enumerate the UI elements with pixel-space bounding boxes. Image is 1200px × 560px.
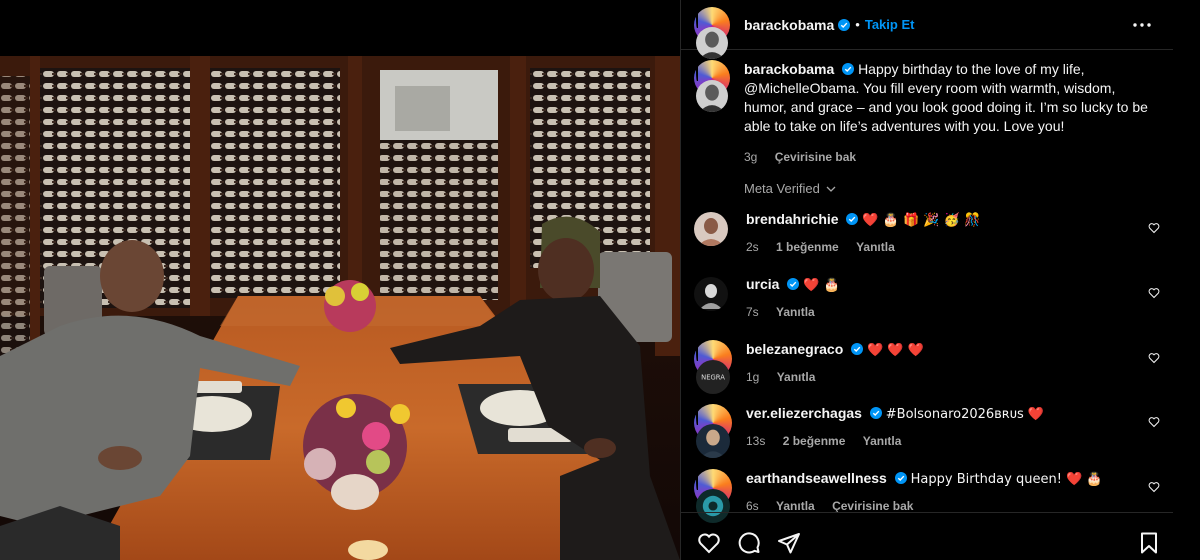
comment-likes[interactable]: 2 beğenme	[783, 434, 846, 448]
meta-verified-label: Meta Verified	[744, 181, 820, 196]
comment-username[interactable]: belezanegraco	[746, 341, 843, 357]
comment-item: ver.eliezerchagas #Bolsonaro2026ʙʀᴜs ❤️ …	[694, 404, 1166, 477]
comment-likes[interactable]: 1 beğenme	[776, 240, 839, 254]
more-options-icon[interactable]	[1131, 14, 1153, 36]
comment-time[interactable]: 6s	[746, 499, 759, 513]
heart-icon[interactable]	[1148, 222, 1160, 234]
verified-badge-icon	[838, 18, 851, 31]
comment-username[interactable]: urcia	[746, 276, 779, 292]
comment-meta: 1g Yanıtla	[746, 368, 1136, 386]
verified-badge-icon	[787, 278, 800, 290]
post-photo-pane	[0, 0, 680, 560]
post-photo[interactable]	[0, 56, 680, 560]
author-avatar[interactable]	[694, 6, 730, 78]
post-side-panel: barackobama • Takip Et barackobama Happy…	[680, 0, 1200, 560]
comment-text: ❤️ 🎂	[803, 278, 840, 293]
heart-icon[interactable]	[1148, 416, 1160, 428]
post-action-bar	[681, 512, 1173, 560]
verified-badge-icon	[869, 407, 882, 419]
comment-avatar[interactable]	[694, 212, 728, 246]
translate-link[interactable]: Çevirisine bak	[832, 499, 913, 513]
comment-text: ❤️ ❤️ ❤️	[867, 343, 924, 358]
comment-text: ❤️ 🎂 🎁 🎉 🥳 🎊	[862, 213, 981, 228]
separator-dot: •	[855, 17, 860, 32]
translate-link[interactable]: Çevirisine bak	[775, 150, 856, 164]
comment-avatar[interactable]	[694, 404, 732, 477]
comment-time[interactable]: 1g	[746, 370, 759, 384]
comment-avatar[interactable]	[694, 277, 728, 311]
heart-icon[interactable]	[697, 531, 721, 555]
verified-badge-icon	[842, 63, 855, 75]
verified-badge-icon	[851, 343, 864, 355]
heart-icon[interactable]	[1148, 352, 1160, 364]
comment-username[interactable]: ver.eliezerchagas	[746, 405, 862, 421]
heart-icon[interactable]	[1148, 287, 1160, 299]
reply-button[interactable]: Yanıtla	[863, 434, 902, 448]
comment-avatar[interactable]: NEGRA	[694, 340, 732, 413]
caption-author-avatar[interactable]	[694, 60, 730, 131]
comment-avatar[interactable]	[694, 469, 732, 542]
verified-badge-icon	[894, 472, 907, 484]
heart-icon[interactable]	[1148, 481, 1160, 493]
comment-time[interactable]: 2s	[746, 240, 759, 254]
comment-text: Happy Birthday queen! ❤️ 🎂	[910, 472, 1103, 487]
caption-username[interactable]: barackobama	[744, 61, 834, 77]
comment-time[interactable]: 7s	[746, 305, 759, 319]
reply-button[interactable]: Yanıtla	[776, 499, 815, 513]
chevron-down-icon	[826, 186, 836, 192]
comment-item: earthandseawellness Happy Birthday queen…	[694, 469, 1166, 542]
post-header: barackobama • Takip Et	[681, 0, 1173, 78]
caption-meta: 3g Çevirisine bak	[744, 148, 1148, 167]
comment-meta: 7s Yanıtla	[746, 303, 1136, 321]
comment-username[interactable]: earthandseawellness	[746, 470, 887, 486]
comment-item: NEGRA belezanegraco ❤️ ❤️ ❤️ 1g Yanıtla	[694, 340, 1166, 413]
svg-text:NEGRA: NEGRA	[701, 373, 725, 381]
post-caption: barackobama Happy birthday to the love o…	[694, 60, 1154, 167]
comment-item: urcia ❤️ 🎂 7s Yanıtla	[694, 275, 1166, 321]
caption-time[interactable]: 3g	[744, 150, 757, 164]
comment-username[interactable]: brendahrichie	[746, 211, 839, 227]
comment-text: #Bolsonaro2026ʙʀᴜs ❤️	[885, 407, 1045, 422]
reply-button[interactable]: Yanıtla	[776, 305, 815, 319]
bookmark-icon[interactable]	[1137, 531, 1161, 555]
meta-verified-toggle[interactable]: Meta Verified	[744, 181, 838, 196]
comment-meta: 13s 2 beğenme Yanıtla	[746, 432, 1136, 450]
follow-button[interactable]: Takip Et	[865, 17, 915, 32]
comment-icon[interactable]	[737, 531, 761, 555]
share-icon[interactable]	[777, 531, 801, 555]
reply-button[interactable]: Yanıtla	[856, 240, 895, 254]
verified-badge-icon	[846, 213, 859, 225]
reply-button[interactable]: Yanıtla	[777, 370, 816, 384]
comment-meta: 2s 1 beğenme Yanıtla	[746, 238, 1136, 256]
comment-time[interactable]: 13s	[746, 434, 765, 448]
comment-item: brendahrichie ❤️ 🎂 🎁 🎉 🥳 🎊 2s 1 beğenme …	[694, 210, 1166, 256]
author-username[interactable]: barackobama	[744, 17, 834, 33]
